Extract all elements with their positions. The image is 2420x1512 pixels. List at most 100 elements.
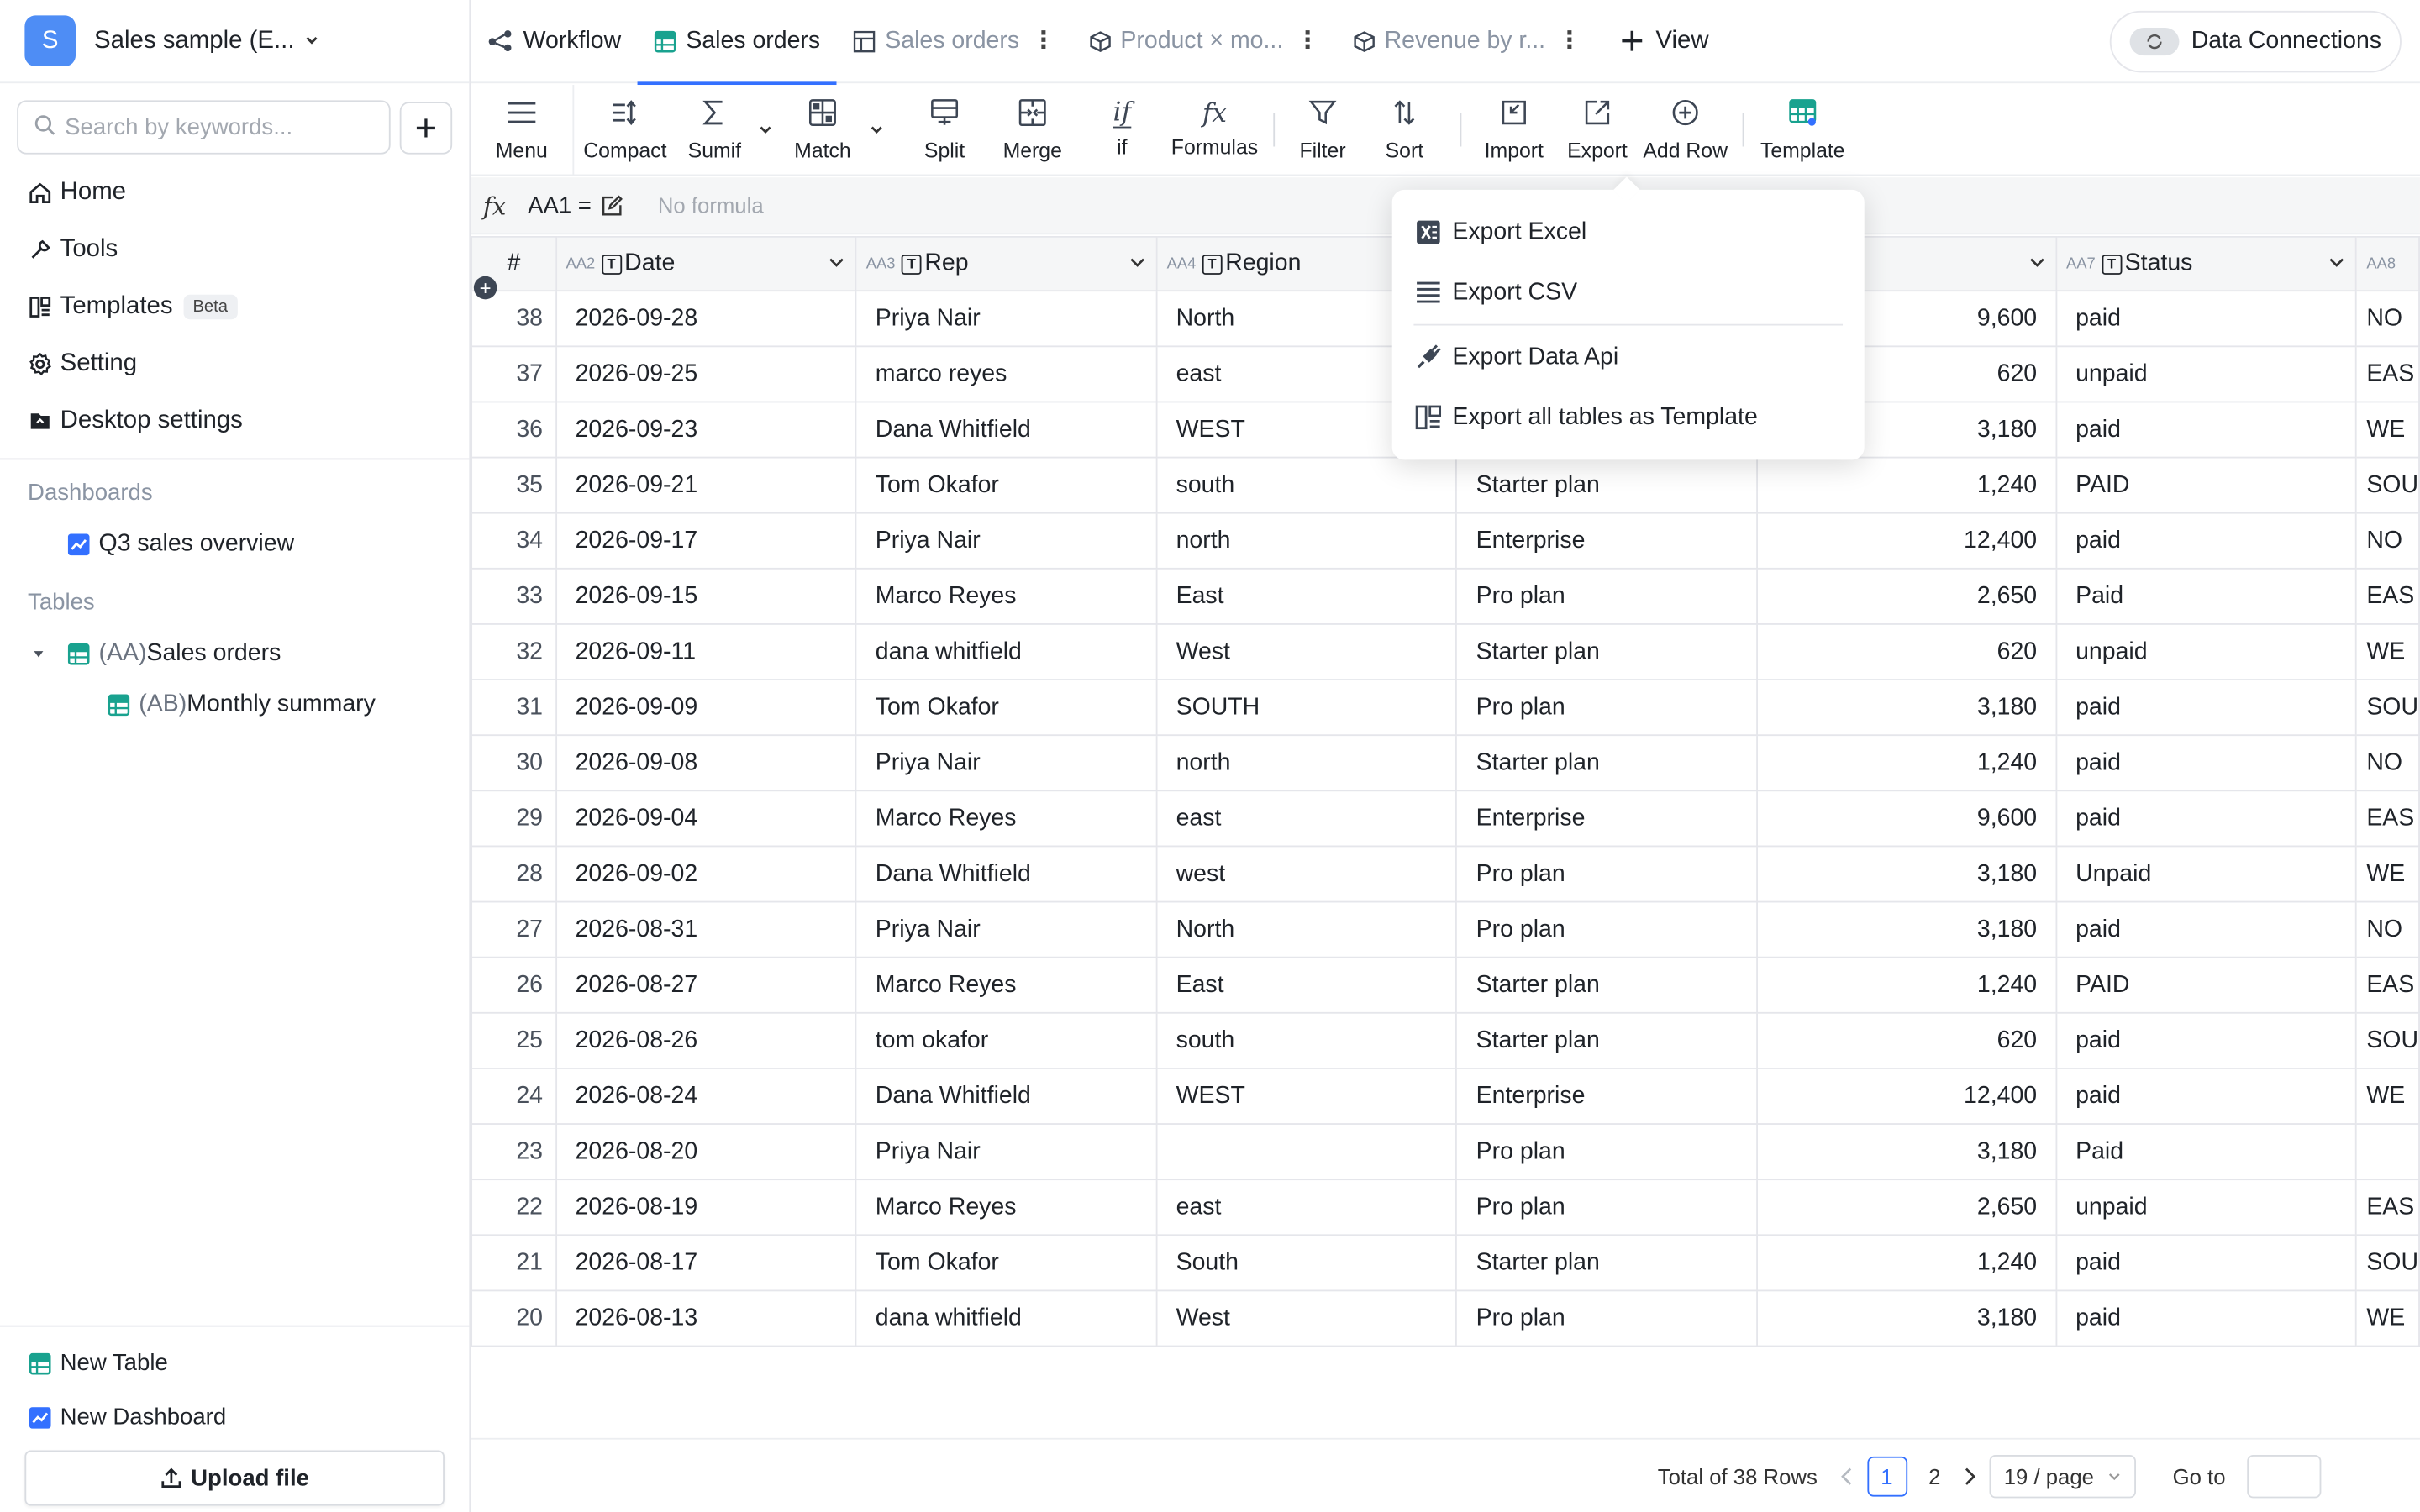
region-cell[interactable]: West: [1155, 623, 1458, 680]
aa8-cell[interactable]: WE: [2355, 623, 2420, 680]
rep-cell[interactable]: Dana Whitfield: [855, 845, 1158, 903]
status-cell[interactable]: paid: [2055, 1067, 2358, 1125]
rep-cell[interactable]: Marco Reyes: [855, 956, 1158, 1014]
rep-cell[interactable]: tom okafor: [855, 1011, 1158, 1069]
aa8-cell[interactable]: WE: [2355, 1067, 2420, 1125]
aa8-cell[interactable]: [2355, 1123, 2420, 1181]
add-button[interactable]: [399, 101, 453, 154]
caret-down-icon[interactable]: [31, 646, 50, 661]
date-cell[interactable]: 2026-09-02: [555, 845, 857, 903]
amount-cell[interactable]: 3,180: [1755, 679, 2058, 737]
sumif-button[interactable]: Sumif: [668, 85, 760, 175]
chevron-down-icon[interactable]: [828, 252, 846, 276]
amount-cell[interactable]: 1,240: [1755, 956, 2058, 1014]
rep-cell[interactable]: Marco Reyes: [855, 790, 1158, 848]
add-view-button[interactable]: View: [1620, 27, 1709, 55]
date-cell[interactable]: 2026-09-09: [555, 679, 857, 737]
upload-file-button[interactable]: Upload file: [24, 1450, 445, 1506]
aa8-cell[interactable]: WE: [2355, 845, 2420, 903]
status-cell[interactable]: paid: [2055, 1289, 2358, 1347]
goto-input[interactable]: [2247, 1454, 2322, 1498]
column-header-date[interactable]: AA2 T Date: [555, 236, 857, 292]
status-cell[interactable]: PAID: [2055, 456, 2358, 514]
if-button[interactable]: if if: [1076, 85, 1168, 175]
date-cell[interactable]: 2026-09-15: [555, 567, 857, 625]
amount-cell[interactable]: 2,650: [1755, 567, 2058, 625]
dashboard-item[interactable]: Q3 sales overview: [0, 518, 469, 570]
date-cell[interactable]: 2026-08-24: [555, 1067, 857, 1125]
table-item-monthly-summary[interactable]: (AB) Monthly summary: [0, 679, 469, 730]
aa8-cell[interactable]: SOU: [2355, 1011, 2420, 1069]
search-input[interactable]: [65, 113, 374, 141]
product-cell[interactable]: Enterprise: [1455, 1067, 1758, 1125]
region-cell[interactable]: East: [1155, 956, 1458, 1014]
region-cell[interactable]: south: [1155, 456, 1458, 514]
export-button[interactable]: Export: [1555, 85, 1641, 175]
region-cell[interactable]: west: [1155, 845, 1458, 903]
sidebar-item-setting[interactable]: Setting: [0, 335, 469, 392]
new-table-button[interactable]: New Table: [0, 1336, 469, 1390]
match-button[interactable]: Match: [773, 85, 872, 175]
split-button[interactable]: Split: [897, 85, 992, 175]
formulas-button[interactable]: fx Formulas: [1168, 85, 1260, 175]
rep-cell[interactable]: dana whitfield: [855, 623, 1158, 680]
date-cell[interactable]: 2026-09-23: [555, 401, 857, 459]
region-cell[interactable]: east: [1155, 1179, 1458, 1236]
aa8-cell[interactable]: EAS: [2355, 790, 2420, 848]
product-cell[interactable]: Starter plan: [1455, 623, 1758, 680]
region-cell[interactable]: WEST: [1155, 1067, 1458, 1125]
status-cell[interactable]: paid: [2055, 790, 2358, 848]
status-cell[interactable]: paid: [2055, 1234, 2358, 1292]
import-button[interactable]: Import: [1474, 85, 1555, 175]
aa8-cell[interactable]: SOU: [2355, 679, 2420, 737]
amount-cell[interactable]: 1,240: [1755, 734, 2058, 792]
tab-sales-orders-active[interactable]: Sales orders: [638, 0, 838, 85]
date-cell[interactable]: 2026-09-11: [555, 623, 857, 680]
next-page-icon[interactable]: [1962, 1467, 1977, 1485]
sidebar-item-home[interactable]: Home: [0, 164, 469, 221]
status-cell[interactable]: Paid: [2055, 1123, 2358, 1181]
date-cell[interactable]: 2026-08-19: [555, 1179, 857, 1236]
amount-cell[interactable]: 12,400: [1755, 1067, 2058, 1125]
region-cell[interactable]: north: [1155, 734, 1458, 792]
status-cell[interactable]: unpaid: [2055, 1179, 2358, 1236]
date-cell[interactable]: 2026-09-04: [555, 790, 857, 848]
tab-revenue-pivot[interactable]: Revenue by r... ⋮: [1337, 0, 1599, 82]
status-cell[interactable]: unpaid: [2055, 623, 2358, 680]
export-data-api-item[interactable]: Export Data Api: [1404, 327, 1852, 387]
product-cell[interactable]: Starter plan: [1455, 1011, 1758, 1069]
amount-cell[interactable]: 1,240: [1755, 456, 2058, 514]
rep-cell[interactable]: Priya Nair: [855, 900, 1158, 958]
product-cell[interactable]: Pro plan: [1455, 1123, 1758, 1181]
rep-cell[interactable]: Dana Whitfield: [855, 1067, 1158, 1125]
region-cell[interactable]: South: [1155, 1234, 1458, 1292]
product-cell[interactable]: Pro plan: [1455, 567, 1758, 625]
status-cell[interactable]: Paid: [2055, 567, 2358, 625]
aa8-cell[interactable]: WE: [2355, 401, 2420, 459]
product-cell[interactable]: Enterprise: [1455, 790, 1758, 848]
region-cell[interactable]: East: [1155, 567, 1458, 625]
status-cell[interactable]: PAID: [2055, 956, 2358, 1014]
region-cell[interactable]: [1155, 1123, 1458, 1181]
column-header-status[interactable]: AA7 T Status: [2055, 236, 2358, 292]
date-cell[interactable]: 2026-08-27: [555, 956, 857, 1014]
aa8-cell[interactable]: EAS: [2355, 567, 2420, 625]
add-row-above-icon[interactable]: +: [473, 276, 497, 300]
export-all-template-item[interactable]: Export all tables as Template: [1404, 387, 1852, 448]
formula-input[interactable]: No formula: [658, 193, 764, 218]
menu-button[interactable]: Menu: [471, 85, 572, 175]
date-cell[interactable]: 2026-08-31: [555, 900, 857, 958]
aa8-cell[interactable]: NO: [2355, 900, 2420, 958]
data-connections-button[interactable]: Data Connections: [2109, 10, 2402, 73]
region-cell[interactable]: West: [1155, 1289, 1458, 1347]
date-cell[interactable]: 2026-09-21: [555, 456, 857, 514]
product-cell[interactable]: Starter plan: [1455, 734, 1758, 792]
amount-cell[interactable]: 2,650: [1755, 1179, 2058, 1236]
match-dropdown[interactable]: [869, 85, 884, 175]
date-cell[interactable]: 2026-08-26: [555, 1011, 857, 1069]
status-cell[interactable]: Unpaid: [2055, 845, 2358, 903]
tab-workflow[interactable]: Workflow: [471, 0, 638, 82]
rep-cell[interactable]: Tom Okafor: [855, 1234, 1158, 1292]
chevron-down-icon[interactable]: [2028, 252, 2046, 276]
column-header-rep[interactable]: AA3 T Rep: [855, 236, 1158, 292]
